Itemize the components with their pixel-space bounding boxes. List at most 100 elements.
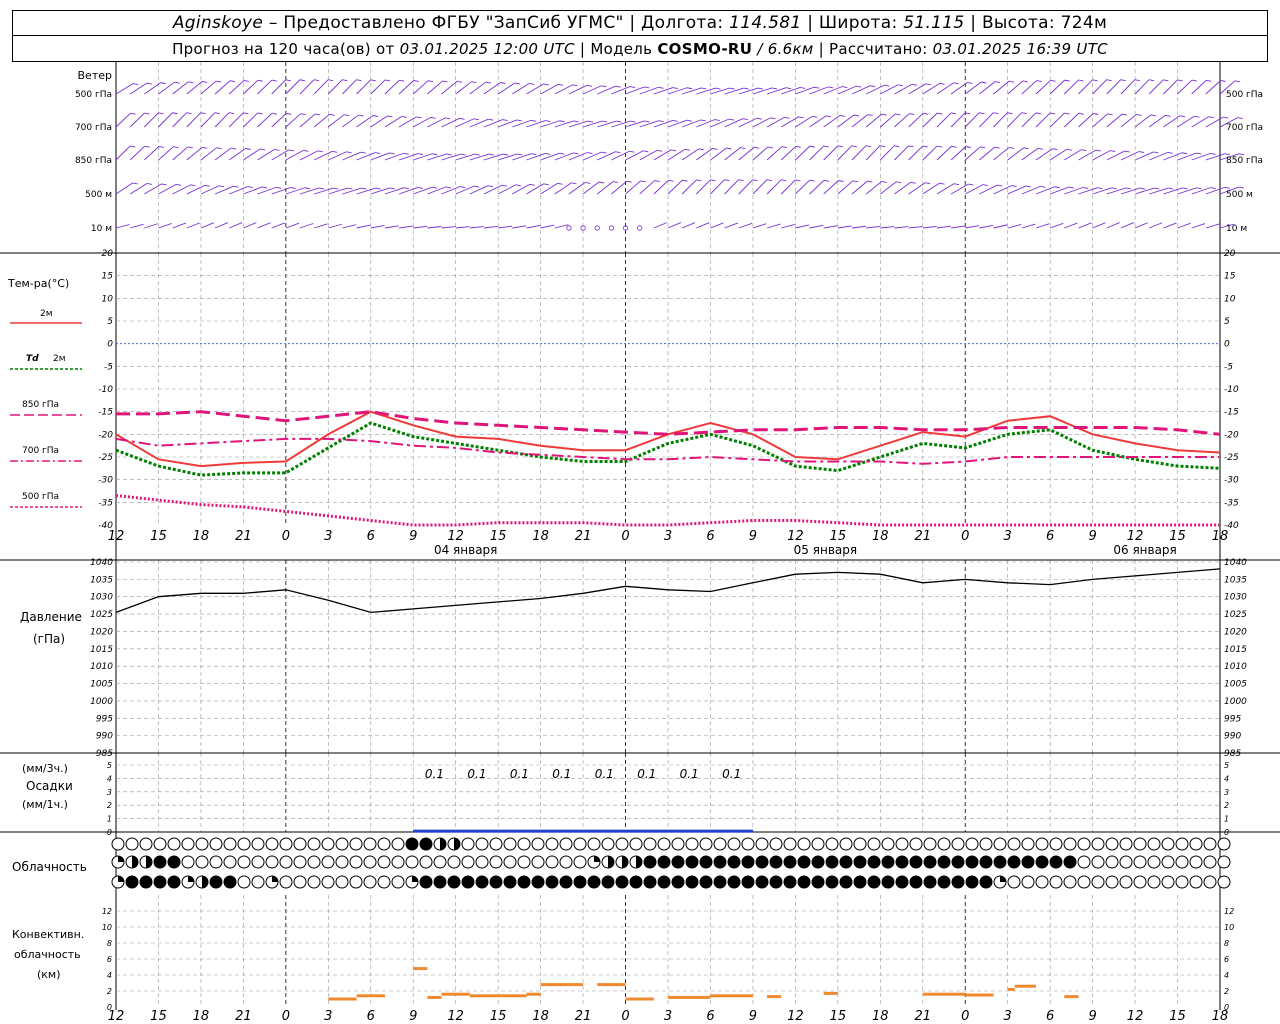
wind-barb [498,225,513,229]
wind-barb-feather [698,148,704,151]
cloud-cover-circle [181,855,195,869]
cloud-cover-circle [1189,875,1203,889]
wind-barb [1120,222,1134,229]
wind-barb-feather [271,112,278,115]
cloud-cover-circle [447,875,461,889]
wind-barb [257,149,275,161]
pressure-tick-left: 1030 [90,593,113,603]
wind-barb-feather [1134,79,1140,82]
wind-barb [313,79,329,95]
precip-tick-left: 2 [107,801,112,810]
cloud-cover-circle [839,875,853,889]
wind-barb-feather [724,179,730,182]
wind-barb-feather [188,81,194,84]
wind-barb-feather [216,80,222,83]
time-tick-bottom: 3 [664,1009,672,1024]
cloud-cover-circle [1203,855,1217,869]
wind-barb-feather [1150,114,1157,117]
wind-barb [582,181,600,195]
cloud-cover-circle [615,875,629,889]
time-tick-bottom: 12 [447,1009,464,1024]
wind-barb-feather [823,179,830,182]
cloud-cover-circle [573,855,587,869]
wind-barb-feather [1124,150,1130,153]
wind-barb-feather [543,183,549,186]
wind-barb [370,225,385,229]
wind-barb [554,84,573,95]
wind-barb [257,112,273,128]
wind-barb-feather [1165,114,1171,117]
cloud-cover-circle [1161,855,1175,869]
cloud-cover-half [636,856,642,868]
wind-barb [965,225,980,229]
time-tick-top: 12 [1127,529,1144,544]
wind-barb [200,80,217,95]
pressure-tick-left: 1020 [90,627,113,637]
wind-barb-feather [856,85,862,88]
wind-barb-feather [130,112,136,115]
wind-barb-feather [965,112,971,115]
wind-barb [582,85,602,95]
time-tick-top: 6 [367,529,375,544]
wind-barb-feather [922,145,928,148]
cloud-cover-circle [1105,855,1119,869]
wind-barb [597,85,616,95]
cloud-cover-circle [531,855,545,869]
wind-barb [681,148,700,161]
wind-barb [512,83,530,95]
wind-barb [129,82,148,95]
wind-barb [214,222,229,229]
precip-bar [413,829,456,833]
time-tick-top: 3 [1004,529,1012,544]
cloud-cover-circle [377,837,391,851]
wind-barb-feather [500,82,506,84]
cloud-cover-circle [125,837,139,851]
wind-barb [313,150,333,161]
cloud-cover-circle [223,855,237,869]
wind-barb [455,118,475,128]
wind-barb-feather [800,87,806,89]
wind-barb [285,113,302,128]
wind-barb [115,145,131,161]
cloud-cover-circle [1077,875,1091,889]
wind-barb-feather [430,116,436,119]
wind-barb-feather [1023,147,1029,150]
wind-barb [738,179,754,195]
wind-barb-feather [851,145,857,148]
wind-barb [229,186,248,195]
cloud-cover-circle [867,837,881,851]
cloud-cover-circle [867,875,881,889]
cloud-cover-circle [237,855,251,869]
wind-barb [724,147,741,161]
cloud-cover-circle [979,837,993,851]
wind-barb [540,182,558,195]
wind-barb-feather [1210,187,1216,190]
wind-barb-feather [658,120,664,123]
wind-barb-feather [146,82,152,85]
cloud-cover-circle [657,875,671,889]
wind-level-label: 850 гПа [75,156,112,166]
wind-barb-feather [274,148,280,151]
cloud-cover-circle [1147,875,1161,889]
wind-barb-feather [823,145,829,148]
wind-barb-feather [752,179,758,182]
cloud-cover-circle [797,837,811,851]
convective-cloud-bar [1064,995,1079,999]
wind-barb-feather [543,83,549,86]
wind-barb-feather [1136,114,1142,116]
precip-tick-left: 0 [107,828,112,837]
wind-barb [186,81,203,95]
wind-barb-feather [228,112,235,115]
conv-tick-left: 2 [107,987,112,996]
wind-barb-feather [766,179,772,182]
temp-tick-left: 0 [107,340,113,350]
cloud-cover-circle [517,855,531,869]
wind-barb-feather [1120,79,1126,82]
wind-barb-feather [828,86,834,89]
wind-barb [243,222,257,229]
pressure-title: Давление [20,610,82,624]
wind-barb-feather [446,153,452,156]
wind-barb [285,149,304,161]
wind-barb [1149,151,1168,161]
wind-barb-feather [445,117,451,120]
